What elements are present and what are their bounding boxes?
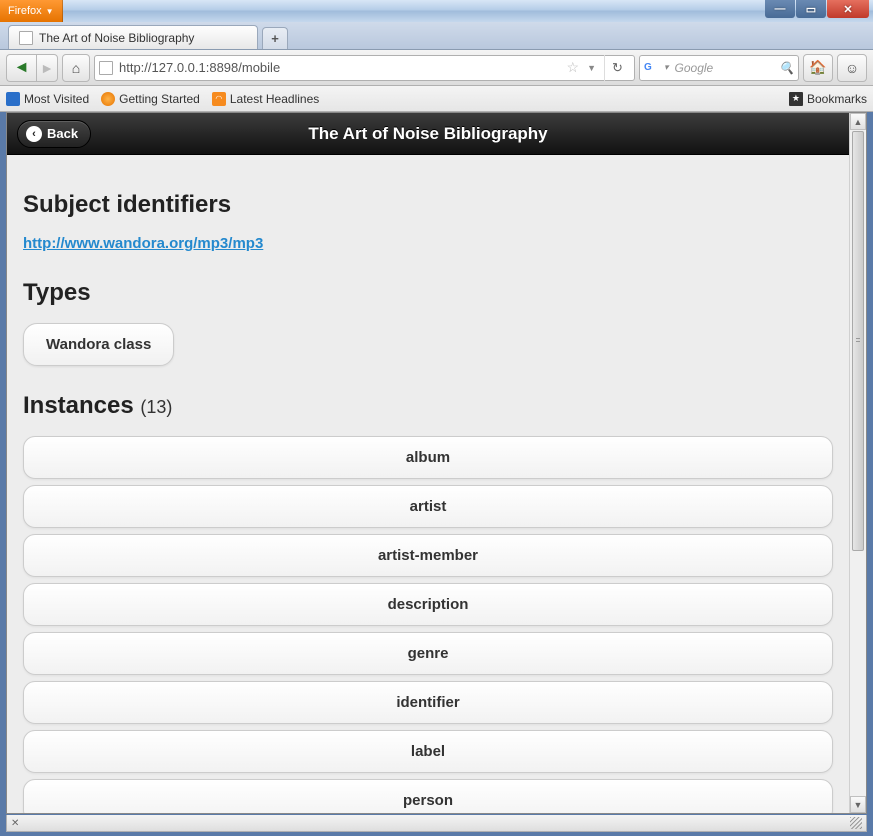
instances-heading: Instances (13) xyxy=(23,392,833,420)
firefox-menu-button[interactable]: Firefox ▼ xyxy=(0,0,63,22)
bookmarks-menu[interactable]: ★ Bookmarks xyxy=(789,92,867,106)
instances-heading-text: Instances xyxy=(23,392,134,419)
mobile-back-button[interactable]: ‹ Back xyxy=(17,120,91,148)
instance-item[interactable]: artist-member xyxy=(23,534,833,577)
back-button-label: Back xyxy=(47,126,78,141)
bookmark-label: Most Visited xyxy=(24,92,89,106)
arrow-left-icon: ◄ xyxy=(14,59,30,77)
bookmark-getting-started[interactable]: Getting Started xyxy=(101,92,200,106)
bookmark-star-icon[interactable]: ☆ xyxy=(567,59,580,76)
instance-item[interactable]: identifier xyxy=(23,681,833,724)
home-page-button[interactable]: 🏠 xyxy=(803,54,833,82)
search-placeholder: Google xyxy=(675,61,776,75)
bookmark-label: Bookmarks xyxy=(807,92,867,106)
instance-item[interactable]: person xyxy=(23,779,833,813)
search-bar[interactable]: G ▾ Google 🔍 xyxy=(639,55,799,81)
type-button[interactable]: Wandora class xyxy=(23,323,174,366)
scroll-thumb[interactable] xyxy=(852,131,864,551)
mobile-header: ‹ Back The Art of Noise Bibliography xyxy=(7,113,849,155)
instance-item[interactable]: genre xyxy=(23,632,833,675)
firefox-menu-label: Firefox xyxy=(8,5,42,17)
search-icon[interactable]: 🔍 xyxy=(779,61,794,75)
bookmark-most-visited[interactable]: Most Visited xyxy=(6,92,89,106)
window-titlebar[interactable]: Firefox ▼ — ▭ ✕ xyxy=(0,0,873,22)
new-tab-button[interactable]: + xyxy=(262,27,288,49)
minimize-button[interactable]: — xyxy=(765,0,795,18)
reload-button[interactable]: ↻ xyxy=(604,55,630,81)
back-button[interactable]: ◄ xyxy=(6,54,36,82)
bookmark-latest-headlines[interactable]: ◠ Latest Headlines xyxy=(212,92,319,106)
statusbar-close-icon[interactable]: ✕ xyxy=(11,818,19,829)
browser-tab[interactable]: The Art of Noise Bibliography xyxy=(8,25,258,49)
bookmark-label: Latest Headlines xyxy=(230,92,319,106)
dropdown-icon[interactable]: ▼ xyxy=(585,63,598,73)
chevron-left-icon: ‹ xyxy=(26,126,42,142)
navigation-toolbar: ◄ ► ⌂ http://127.0.0.1:8898/mobile ☆ ▼ ↻… xyxy=(0,50,873,86)
bookmarks-toolbar: Most Visited Getting Started ◠ Latest He… xyxy=(0,86,873,112)
subject-identifier-link[interactable]: http://www.wandora.org/mp3/mp3 xyxy=(23,235,263,252)
instance-item[interactable]: artist xyxy=(23,485,833,528)
site-icon xyxy=(99,61,113,75)
house-icon: 🏠 xyxy=(809,59,826,76)
window-controls: — ▭ ✕ xyxy=(765,0,869,18)
google-icon: G xyxy=(644,61,658,75)
feedback-button[interactable]: ☺ xyxy=(837,54,867,82)
bookmarks-icon: ★ xyxy=(789,92,803,106)
subject-identifiers-heading: Subject identifiers xyxy=(23,191,833,219)
page-viewport: ‹ Back The Art of Noise Bibliography Sub… xyxy=(7,113,849,813)
arrow-right-icon: ► xyxy=(40,60,54,76)
page-icon xyxy=(19,31,33,45)
dropdown-icon: ▼ xyxy=(46,7,54,16)
tab-title: The Art of Noise Bibliography xyxy=(39,31,194,45)
mobile-page-title: The Art of Noise Bibliography xyxy=(7,124,849,144)
home-icon: ⌂ xyxy=(72,60,80,76)
scroll-up-button[interactable]: ▲ xyxy=(850,113,866,130)
vertical-scrollbar[interactable]: ▲ ▼ xyxy=(849,113,866,813)
tab-strip: The Art of Noise Bibliography + xyxy=(0,22,873,50)
instance-item[interactable]: album xyxy=(23,436,833,479)
instances-list: album artist artist-member description genre… xyxy=(23,436,833,813)
resize-grip-icon[interactable] xyxy=(850,817,862,829)
home-button[interactable]: ⌂ xyxy=(62,54,90,82)
dropdown-icon[interactable]: ▾ xyxy=(662,62,671,73)
feedback-icon: ☺ xyxy=(845,60,859,76)
instance-item[interactable]: label xyxy=(23,730,833,773)
instances-count: (13) xyxy=(140,397,172,417)
url-text: http://127.0.0.1:8898/mobile xyxy=(119,60,561,75)
firefox-icon xyxy=(101,92,115,106)
bookmark-label: Getting Started xyxy=(119,92,200,106)
forward-button[interactable]: ► xyxy=(36,54,58,82)
content-frame: ‹ Back The Art of Noise Bibliography Sub… xyxy=(6,112,867,814)
url-bar[interactable]: http://127.0.0.1:8898/mobile ☆ ▼ ↻ xyxy=(94,55,635,81)
scroll-down-button[interactable]: ▼ xyxy=(850,796,866,813)
types-heading: Types xyxy=(23,279,833,307)
close-button[interactable]: ✕ xyxy=(827,0,869,18)
instance-item[interactable]: description xyxy=(23,583,833,626)
rss-icon: ◠ xyxy=(212,92,226,106)
browser-window: Firefox ▼ — ▭ ✕ The Art of Noise Bibliog… xyxy=(0,0,873,836)
status-bar: ✕ xyxy=(6,815,867,832)
most-visited-icon xyxy=(6,92,20,106)
maximize-button[interactable]: ▭ xyxy=(796,0,826,18)
